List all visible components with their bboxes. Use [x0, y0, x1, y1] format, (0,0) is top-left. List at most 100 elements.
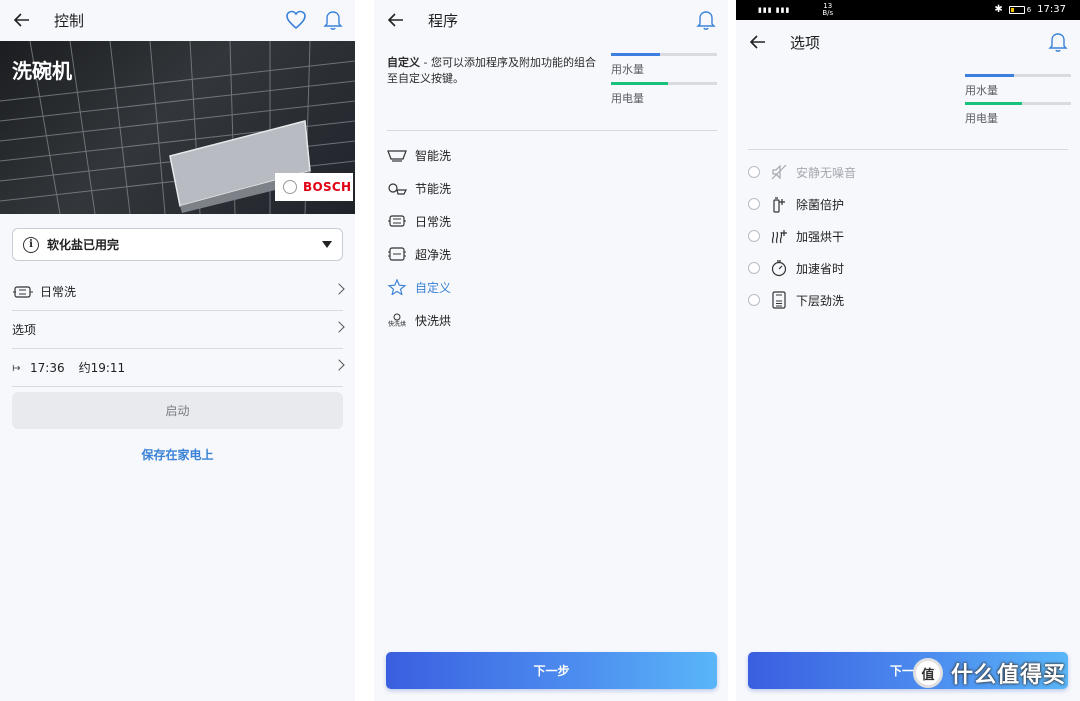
option-extra-dry[interactable]: 加强烘干 — [748, 226, 844, 246]
intro-bold: 自定义 — [387, 56, 420, 69]
hygiene-icon — [773, 197, 785, 213]
bluetooth-icon: ✱ — [994, 4, 1003, 15]
status-bar: ▮▮▮ ▮▮▮ 13 B/s ✱ 6 17:37 — [736, 0, 1080, 20]
water-meter: 用水量 — [611, 53, 717, 77]
dishwasher-hero-image: 洗碗机 BOSCH — [0, 41, 355, 214]
save-to-appliance-link[interactable]: 保存在家电上 — [0, 446, 355, 463]
start-button[interactable]: 启动 — [12, 392, 343, 429]
program-item-custom[interactable]: 自定义 — [387, 277, 451, 297]
program-screen: 程序 自定义 - 您可以添加程序及附加功能的组合至自定义按键。 用水量 用电量 … — [374, 0, 728, 701]
daily-wash-icon — [13, 285, 33, 298]
intensive-wash-icon — [388, 247, 406, 261]
option-label: 安静无噪音 — [796, 165, 857, 180]
watermark-badge: 值 — [912, 658, 943, 688]
water-label: 用水量 — [965, 84, 998, 97]
program-row[interactable]: 日常洗 — [12, 273, 345, 311]
bell-icon[interactable] — [1048, 31, 1068, 53]
custom-intro: 自定义 - 您可以添加程序及附加功能的组合至自定义按键。 — [387, 55, 602, 87]
bell-icon[interactable] — [323, 9, 343, 31]
radio-button[interactable] — [748, 230, 760, 242]
speed-icon — [771, 260, 787, 277]
program-item-daily[interactable]: 日常洗 — [387, 211, 451, 231]
status-time: 17:37 — [1037, 4, 1066, 15]
bosch-logo: BOSCH — [275, 173, 353, 201]
start-time-icon — [12, 364, 21, 371]
start-time: 17:36 — [30, 360, 65, 375]
option-label: 除菌倍护 — [796, 197, 845, 212]
power-meter: 用电量 — [965, 102, 1071, 126]
end-time: 约19:11 — [78, 361, 126, 375]
mute-icon — [771, 164, 787, 180]
options-screen: ▮▮▮ ▮▮▮ 13 B/s ✱ 6 17:37 选项 用水量 用电量 安静无噪音 — [736, 0, 1080, 701]
next-button[interactable]: 下一步 — [386, 652, 717, 689]
option-speed[interactable]: 加速省时 — [748, 258, 844, 278]
program-header: 程序 — [374, 0, 728, 40]
program-item-eco[interactable]: 节能洗 — [387, 178, 451, 198]
option-silent[interactable]: 安静无噪音 — [748, 162, 856, 182]
caret-down-icon — [322, 241, 332, 248]
back-arrow-icon[interactable] — [386, 10, 406, 30]
heart-icon[interactable] — [285, 9, 307, 31]
option-lower-basket[interactable]: 下层劲洗 — [748, 290, 844, 310]
daily-wash-icon — [388, 215, 406, 227]
chevron-right-icon — [333, 283, 345, 295]
options-row-label: 选项 — [12, 323, 37, 337]
divider — [748, 149, 1068, 150]
appliance-title: 洗碗机 — [12, 59, 72, 83]
radio-button[interactable] — [748, 294, 760, 306]
option-label: 加速省时 — [796, 261, 845, 276]
page-title: 控制 — [54, 11, 85, 30]
program-item-label: 智能洗 — [415, 148, 452, 163]
radio-button[interactable] — [748, 262, 760, 274]
info-icon: i — [23, 236, 39, 253]
water-meter-fill — [611, 53, 660, 56]
salt-notice-dropdown[interactable]: i 软化盐已用完 — [12, 228, 343, 261]
control-screen: 控制 洗碗机 BOSCH i 软化盐已用完 日常洗 选项 17:36 约19:1… — [0, 0, 355, 701]
network-speed: 13 B/s — [822, 3, 833, 17]
smart-wash-icon — [387, 150, 407, 162]
radio-button[interactable] — [748, 166, 760, 178]
bell-icon[interactable] — [696, 9, 716, 31]
power-label: 用电量 — [965, 112, 998, 125]
quick-wash-icon: 快洗烘 — [387, 312, 407, 328]
program-item-label: 日常洗 — [415, 214, 452, 229]
page-title: 程序 — [428, 11, 459, 30]
water-meter: 用水量 — [965, 74, 1071, 98]
back-arrow-icon[interactable] — [12, 10, 32, 30]
divider — [387, 130, 717, 131]
power-meter-fill — [611, 82, 669, 85]
options-row[interactable]: 选项 — [12, 311, 345, 349]
signal-icon: ▮▮▮ ▮▮▮ — [758, 6, 791, 14]
option-label: 下层劲洗 — [796, 293, 845, 308]
program-item-quick[interactable]: 快洗烘 快洗烘 — [387, 310, 451, 330]
bosch-ring-icon — [283, 180, 297, 194]
quick-wash-icon-caption: 快洗烘 — [387, 320, 406, 328]
radio-button[interactable] — [748, 198, 760, 210]
watermark-text: 什么值得买 — [950, 663, 1066, 688]
battery-level: 6 — [1026, 5, 1032, 14]
star-icon — [387, 279, 407, 295]
power-meter-fill — [965, 102, 1023, 105]
water-label: 用水量 — [611, 63, 644, 76]
control-header: 控制 — [0, 0, 355, 40]
options-header: 选项 — [736, 22, 1080, 62]
extra-dry-icon — [771, 230, 787, 244]
program-row-label: 日常洗 — [40, 285, 77, 299]
program-item-intensive[interactable]: 超净洗 — [387, 244, 451, 264]
program-item-smart[interactable]: 智能洗 — [387, 145, 451, 165]
option-label: 加强烘干 — [796, 229, 845, 244]
program-item-label: 超净洗 — [415, 247, 452, 262]
chevron-right-icon — [333, 321, 345, 333]
program-item-label: 自定义 — [415, 280, 452, 295]
option-hygiene[interactable]: 除菌倍护 — [748, 194, 844, 214]
program-item-label: 节能洗 — [415, 181, 452, 196]
back-arrow-icon[interactable] — [748, 32, 768, 52]
speed-unit: B/s — [822, 9, 834, 17]
time-row[interactable]: 17:36 约19:11 — [12, 349, 345, 387]
battery-icon — [1008, 5, 1025, 14]
power-label: 用电量 — [611, 92, 644, 105]
water-meter-fill — [965, 74, 1014, 77]
chevron-right-icon — [333, 359, 345, 371]
smzdm-watermark: 值 什么值得买 — [912, 657, 1066, 689]
power-meter: 用电量 — [611, 82, 717, 106]
